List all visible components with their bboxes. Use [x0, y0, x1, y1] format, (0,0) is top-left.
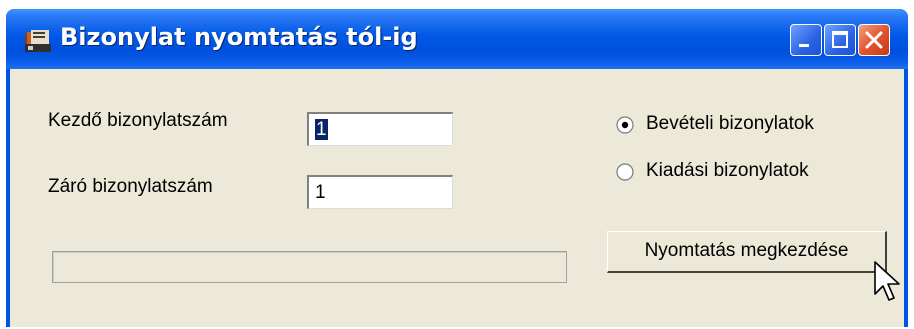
radio-unselected-icon: [616, 163, 634, 181]
radio-income-label: Bevételi bizonylatok: [646, 113, 814, 134]
close-icon: [865, 31, 883, 49]
mouse-cursor-icon: [874, 261, 900, 301]
maximize-icon: [832, 31, 848, 48]
maximize-button[interactable]: [824, 24, 856, 56]
title-bar[interactable]: Bizonylat nyomtatás tól-ig: [6, 9, 908, 69]
start-number-value: 1: [315, 119, 328, 140]
radio-expense-label: Kiadási bizonylatok: [646, 160, 809, 181]
minimize-button[interactable]: [790, 24, 822, 56]
window-title: Bizonylat nyomtatás tól-ig: [60, 23, 418, 51]
start-number-label: Kezdő bizonylatszám: [48, 110, 228, 131]
window-content: Kezdő bizonylatszám 1 Záró bizonylatszám…: [10, 69, 904, 327]
print-range-window: Bizonylat nyomtatás tól-ig Kezdő bizonyl…: [6, 9, 908, 327]
app-icon: [25, 30, 51, 52]
progress-bar: [52, 251, 567, 283]
minimize-icon: [799, 44, 809, 47]
start-printing-button[interactable]: Nyomtatás megkezdése: [607, 231, 887, 273]
start-number-input[interactable]: 1: [307, 112, 453, 146]
end-number-input[interactable]: 1: [307, 175, 453, 209]
radio-selected-icon: [616, 116, 634, 134]
end-number-label: Záró bizonylatszám: [48, 176, 213, 197]
end-number-value: 1: [315, 182, 326, 203]
close-button[interactable]: [858, 24, 890, 56]
